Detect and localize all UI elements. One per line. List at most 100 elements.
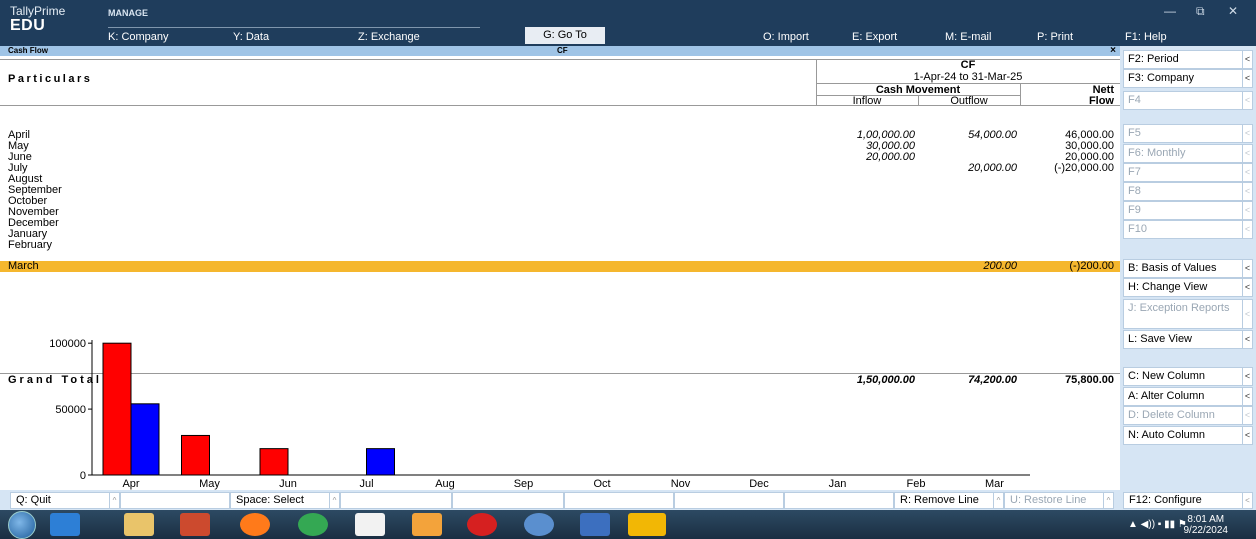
month-row[interactable]: April 1,00,000.00 54,000.00 46,000.00	[0, 130, 1120, 141]
chrome-icon[interactable]	[298, 513, 328, 536]
cash-flow-chart: 0 50000 100000 Apr May Jun Jul Aug Sep Oct Nov Dec J…	[49, 338, 1030, 490]
start-button-icon[interactable]	[8, 511, 36, 539]
panel-button-f2[interactable]: F2: Period <	[1123, 50, 1253, 69]
restore-line-button[interactable]: U: Restore Line ^	[1004, 492, 1114, 509]
active-app-icon[interactable]	[628, 513, 666, 536]
nett-value: (-)200.00	[1069, 260, 1114, 272]
menu-email[interactable]: M: E-mail	[945, 31, 991, 43]
chevron-left-icon: <	[1242, 183, 1252, 200]
month-row[interactable]: September	[0, 185, 1120, 196]
select-label: Space: Select	[236, 494, 304, 506]
panel-button-f9[interactable]: F9 <	[1123, 201, 1253, 220]
word-icon[interactable]	[580, 513, 610, 536]
system-clock[interactable]: 8:01 AM 9/22/2024	[1184, 514, 1229, 536]
menu-exchange[interactable]: Z: Exchange	[358, 31, 420, 43]
remove-line-button[interactable]: R: Remove Line ^	[894, 492, 1004, 509]
month-row[interactable]: February	[0, 240, 1120, 251]
month-row[interactable]: August	[0, 174, 1120, 185]
close-window-icon[interactable]: ✕	[1228, 4, 1238, 18]
panel-button-j[interactable]: J: Exception Reports <	[1123, 299, 1253, 329]
empty-bottom-button	[674, 492, 784, 509]
month-row[interactable]: June 20,000.00 20,000.00	[0, 152, 1120, 163]
opera-icon[interactable]	[467, 513, 497, 536]
menu-goto[interactable]: G: Go To	[525, 27, 605, 44]
panel-button-f6[interactable]: F6: Monthly <	[1123, 144, 1253, 163]
panel-button-f5[interactable]: F5 <	[1123, 124, 1253, 143]
month-row[interactable]: October	[0, 196, 1120, 207]
chevron-left-icon: <	[1242, 407, 1252, 424]
chevron-left-icon: <	[1242, 202, 1252, 219]
panel-button-l[interactable]: L: Save View <	[1123, 330, 1253, 349]
select-button[interactable]: Space: Select ^	[230, 492, 340, 509]
month-row[interactable]: July 20,000.00 (-)20,000.00	[0, 163, 1120, 174]
x-tick-label: Apr	[122, 478, 139, 490]
panel-button-f4[interactable]: F4 <	[1123, 91, 1253, 110]
x-tick-label: May	[199, 478, 220, 490]
report-title: Cash Flow	[8, 46, 49, 55]
minimize-icon[interactable]: —	[1164, 4, 1176, 18]
period-header[interactable]: 1-Apr-24 to 31-Mar-25	[816, 71, 1120, 83]
powerpoint-icon[interactable]	[412, 513, 442, 536]
quit-button[interactable]: Q: Quit ^	[10, 492, 120, 509]
menu-data[interactable]: Y: Data	[233, 31, 269, 43]
tray-icons[interactable]: ▲ ◀)) ▪ ▮▮ ⚑	[1128, 519, 1187, 530]
close-report-icon[interactable]: ×	[1110, 46, 1116, 56]
panel-button-d[interactable]: D: Delete Column <	[1123, 406, 1253, 425]
panel-button-a[interactable]: A: Alter Column <	[1123, 387, 1253, 406]
particulars-header: Particulars	[8, 73, 93, 85]
media-player-icon[interactable]	[180, 513, 210, 536]
panel-button-label: A: Alter Column	[1128, 390, 1205, 402]
menu-help[interactable]: F1: Help	[1125, 31, 1167, 43]
panel-button-label: F6: Monthly	[1128, 147, 1186, 159]
y-tick-label: 0	[80, 470, 86, 482]
month-row[interactable]: May 30,000.00 30,000.00	[0, 141, 1120, 152]
file-explorer-icon[interactable]	[124, 513, 154, 536]
panel-button-label: J: Exception Reports	[1128, 302, 1230, 314]
month-row[interactable]: January	[0, 229, 1120, 240]
month-name: March	[8, 260, 39, 272]
month-row[interactable]: November	[0, 207, 1120, 218]
menu-export[interactable]: E: Export	[852, 31, 897, 43]
panel-button-f7[interactable]: F7 <	[1123, 163, 1253, 182]
configure-button[interactable]: F12: Configure <	[1123, 492, 1253, 509]
calculator-icon[interactable]	[524, 513, 554, 536]
chart-bar	[259, 448, 289, 476]
panel-button-label: F4	[1128, 94, 1141, 106]
panel-button-h[interactable]: H: Change View <	[1123, 278, 1253, 297]
chevron-left-icon: <	[1242, 279, 1252, 296]
title-bar: TallyPrime EDU MANAGE K: Company Y: Data…	[0, 0, 1256, 46]
maximize-icon[interactable]: ⧉	[1196, 4, 1205, 19]
chart-bar	[130, 403, 160, 476]
panel-button-label: N: Auto Column	[1128, 429, 1206, 441]
chevron-left-icon: <	[1242, 368, 1252, 385]
app-edition: EDU	[10, 17, 46, 34]
right-button-panel: F2: Period < F3: Company < F4 < F5 < F6: Monthly…	[1120, 46, 1256, 490]
tally-icon[interactable]	[355, 513, 385, 536]
outflow-value: 54,000.00	[968, 129, 1017, 141]
panel-button-c[interactable]: C: New Column <	[1123, 367, 1253, 386]
internet-explorer-icon[interactable]	[50, 513, 80, 536]
panel-button-f3[interactable]: F3: Company <	[1123, 69, 1253, 88]
panel-button-label: L: Save View	[1128, 333, 1193, 345]
configure-label: F12: Configure	[1129, 494, 1202, 506]
month-row[interactable]: December	[0, 218, 1120, 229]
chevron-left-icon: <	[1242, 331, 1252, 348]
report-title-strip: Cash Flow CF ×	[0, 46, 1120, 56]
menu-import[interactable]: O: Import	[763, 31, 809, 43]
panel-button-label: H: Change View	[1128, 281, 1208, 293]
x-tick-label: Aug	[435, 478, 455, 490]
month-row[interactable]: March 200.00 (-)200.00	[0, 261, 1120, 272]
chevron-left-icon: <	[1242, 388, 1252, 405]
panel-button-f8[interactable]: F8 <	[1123, 182, 1253, 201]
inflow-value: 20,000.00	[866, 151, 915, 163]
panel-button-b[interactable]: B: Basis of Values <	[1123, 259, 1253, 278]
x-tick-label: Jan	[829, 478, 847, 490]
quit-label: Q: Quit	[16, 494, 51, 506]
panel-button-f10[interactable]: F10 <	[1123, 220, 1253, 239]
header-bottom-border	[0, 105, 1120, 106]
firefox-icon[interactable]	[240, 513, 270, 536]
menu-print[interactable]: P: Print	[1037, 31, 1073, 43]
menu-company[interactable]: K: Company	[108, 31, 169, 43]
chevron-left-icon: <	[1242, 427, 1252, 444]
panel-button-n[interactable]: N: Auto Column <	[1123, 426, 1253, 445]
